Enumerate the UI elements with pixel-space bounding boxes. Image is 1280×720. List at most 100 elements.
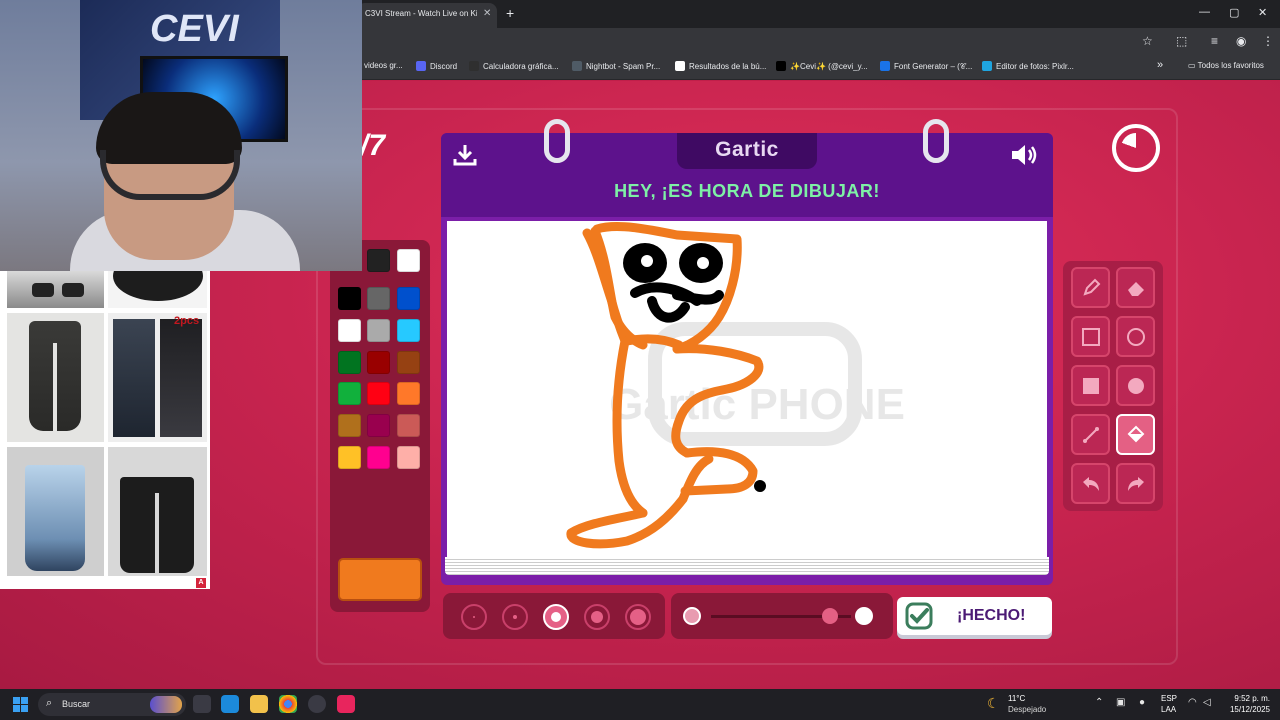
color-swatch[interactable]	[338, 287, 361, 310]
brush-size-2[interactable]	[502, 604, 528, 630]
bookmark-videos[interactable]: videos gr...	[364, 61, 403, 70]
tab-close-icon[interactable]: ✕	[483, 8, 491, 19]
tray-app-icon[interactable]: ▣	[1116, 697, 1125, 708]
done-button[interactable]: ¡HECHO!	[897, 597, 1052, 635]
color-swatch[interactable]	[367, 446, 390, 469]
color-swatch[interactable]	[397, 287, 420, 310]
close-window-button[interactable]: ✕	[1258, 6, 1267, 19]
clock-time[interactable]: 9:52 p. m.	[1218, 694, 1270, 703]
extensions-icon[interactable]: ⬚	[1176, 34, 1187, 48]
opacity-max-icon	[855, 607, 873, 625]
graph-icon	[469, 61, 479, 71]
redo-tool[interactable]	[1116, 463, 1155, 504]
weather-description[interactable]: Despejado	[1008, 705, 1046, 714]
bookmark-search-results[interactable]: Resultados de la bú...	[675, 61, 766, 71]
tray-chevron-icon[interactable]: ⌃	[1095, 697, 1103, 708]
opacity-slider[interactable]	[671, 593, 893, 639]
watermark: Gartic PHONE	[609, 322, 905, 446]
brush-size-5[interactable]	[625, 604, 651, 630]
wifi-icon[interactable]: ◠	[1188, 697, 1197, 708]
star-icon[interactable]: ☆	[1142, 34, 1153, 48]
fill-bucket-icon	[1127, 425, 1145, 443]
reference-image	[108, 271, 207, 308]
color-swatch[interactable]	[367, 414, 390, 437]
color-swatch[interactable]	[338, 414, 361, 437]
volume-icon[interactable]	[1010, 143, 1040, 167]
weather-temperature[interactable]: 11°C	[1008, 694, 1025, 703]
color-swatch[interactable]	[338, 382, 361, 405]
bookmark-pixlr[interactable]: Editor de fotos: Pixlr...	[982, 61, 1074, 71]
logo-tab: Gartic	[677, 133, 817, 169]
brush-size-1[interactable]	[461, 604, 487, 630]
color-swatch[interactable]	[338, 351, 361, 374]
file-explorer-icon[interactable]	[250, 695, 268, 713]
bookmark-discord[interactable]: Discord	[416, 61, 457, 71]
search-icon: ⌕	[46, 697, 53, 709]
drawing-canvas[interactable]: Gartic PHONE	[447, 221, 1047, 557]
selected-color-preview	[338, 558, 422, 601]
opacity-slider-handle[interactable]	[822, 608, 838, 624]
color-swatch[interactable]	[338, 446, 361, 469]
reference-image	[7, 271, 104, 308]
color-swatch[interactable]	[397, 351, 420, 374]
all-bookmarks-folder[interactable]: ▭ Todos los favoritos	[1188, 61, 1264, 70]
color-swatch[interactable]	[397, 319, 420, 342]
bookmark-font-generator[interactable]: Font Generator – (𝒞...	[880, 61, 972, 72]
pencil-tool[interactable]	[1071, 267, 1110, 308]
color-swatch[interactable]	[367, 351, 390, 374]
color-swatch[interactable]	[367, 249, 390, 272]
windows-start-icon[interactable]	[13, 697, 28, 712]
ellipse-tool[interactable]	[1116, 316, 1155, 357]
undo-tool[interactable]	[1071, 463, 1110, 504]
edge-icon[interactable]	[221, 695, 239, 713]
color-swatch[interactable]	[397, 414, 420, 437]
brush-cursor	[754, 480, 766, 492]
color-swatch[interactable]	[367, 319, 390, 342]
eraser-tool[interactable]	[1116, 267, 1155, 308]
taskbar-search-box[interactable]: ⌕ Buscar	[38, 693, 186, 716]
bookmark-nightbot[interactable]: Nightbot - Spam Pr...	[572, 61, 660, 71]
new-tab-button[interactable]: +	[506, 5, 514, 21]
minimize-button[interactable]: —	[1199, 6, 1210, 18]
color-swatch[interactable]	[397, 382, 420, 405]
keyboard-layout[interactable]: LAA	[1161, 705, 1176, 714]
fill-bucket-tool[interactable]	[1116, 414, 1155, 455]
filled-ellipse-tool[interactable]	[1116, 365, 1155, 406]
bookmark-tiktok[interactable]: ✨Cevi✨ (@cevi_y...	[776, 61, 868, 71]
menu-icon[interactable]: ⋮	[1262, 34, 1274, 48]
profile-avatar[interactable]: ◉	[1236, 34, 1246, 48]
clock-date[interactable]: 15/12/2025	[1218, 705, 1270, 714]
brush-size-3[interactable]	[543, 604, 569, 630]
color-swatch[interactable]	[367, 382, 390, 405]
chrome-icon[interactable]	[279, 695, 297, 713]
tab-title: C3VI Stream - Watch Live on Ki	[365, 9, 477, 18]
browser-tab[interactable]: C3VI Stream - Watch Live on Ki ✕	[357, 3, 497, 28]
maximize-button[interactable]: ▢	[1229, 6, 1239, 19]
keyboard-language[interactable]: ESP	[1161, 694, 1177, 703]
color-swatch[interactable]	[367, 287, 390, 310]
line-tool[interactable]	[1071, 414, 1110, 455]
reference-image	[7, 313, 104, 442]
bookmarks-more-icon[interactable]: »	[1157, 59, 1163, 71]
reference-image	[108, 447, 207, 576]
bookmark-calculator[interactable]: Calculadora gráfica...	[469, 61, 559, 71]
microphone-icon[interactable]: ●	[1139, 697, 1145, 708]
tiktok-live-icon[interactable]	[337, 695, 355, 713]
draw-instruction: HEY, ¡ES HORA DE DIBUJAR!	[614, 181, 880, 201]
color-swatch[interactable]	[397, 446, 420, 469]
download-icon[interactable]	[453, 143, 477, 167]
document-icon	[675, 61, 685, 71]
speaker-icon[interactable]: ◁	[1203, 697, 1211, 708]
search-highlight-icon	[150, 696, 182, 713]
windows-taskbar: ⌕ Buscar ☾ 11°C Despejado ⌃ ▣ ● ESP LAA …	[0, 689, 1280, 720]
obs-icon[interactable]	[308, 695, 326, 713]
ellipse-icon	[1127, 328, 1145, 346]
color-swatch[interactable]	[397, 249, 420, 272]
filled-rectangle-tool[interactable]	[1071, 365, 1110, 406]
tool-panel	[1063, 261, 1163, 511]
task-view-icon[interactable]	[193, 695, 211, 713]
color-swatch[interactable]	[338, 319, 361, 342]
media-controls-icon[interactable]: ≡	[1211, 34, 1218, 48]
brush-size-4[interactable]	[584, 604, 610, 630]
rectangle-tool[interactable]	[1071, 316, 1110, 357]
